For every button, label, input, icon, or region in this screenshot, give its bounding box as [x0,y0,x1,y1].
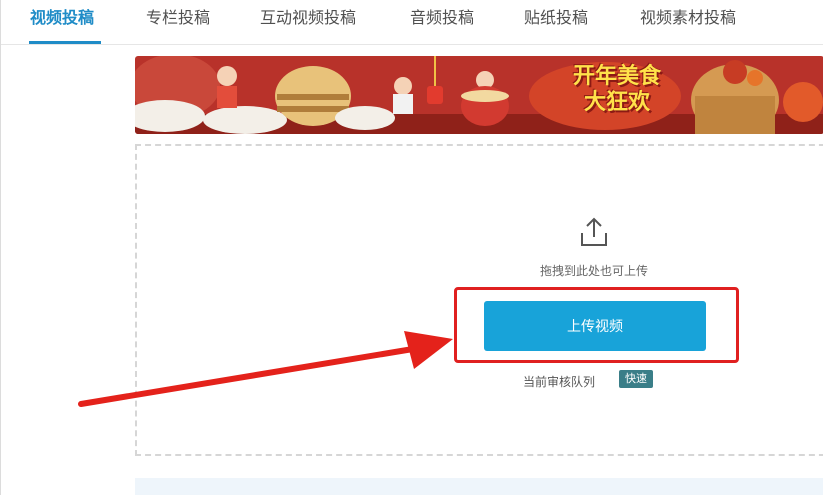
tab-interactive-video[interactable]: 互动视频投稿 [260,4,356,28]
bottom-panel [135,478,823,495]
tab-video[interactable]: 视频投稿 [30,4,94,28]
tab-column[interactable]: 专栏投稿 [146,4,210,28]
banner-title-line1: 开年美食 [572,64,661,89]
queue-status-badge: 快速 [619,370,653,388]
tab-video-material[interactable]: 视频素材投稿 [640,4,736,28]
banner-title-line2: 大狂欢 [583,90,650,115]
promo-banner[interactable]: 开年美食 大狂欢 [135,56,823,134]
banner-title: 开年美食 大狂欢 [553,64,681,116]
submission-tabs: 视频投稿 专栏投稿 互动视频投稿 音频投稿 贴纸投稿 视频素材投稿 [1,0,823,45]
active-tab-indicator [29,41,101,44]
review-queue-label: 当前审核队列 [523,375,596,389]
upload-video-button[interactable]: 上传视频 [484,301,706,351]
tab-audio[interactable]: 音频投稿 [410,4,474,28]
tab-sticker[interactable]: 贴纸投稿 [524,4,588,28]
drag-hint: 拖拽到此处也可上传 [539,264,648,278]
upload-page: 视频投稿 专栏投稿 互动视频投稿 音频投稿 贴纸投稿 视频素材投稿 开年美食 大… [0,0,823,495]
upload-icon [581,217,607,246]
banner-illustration [135,56,823,134]
